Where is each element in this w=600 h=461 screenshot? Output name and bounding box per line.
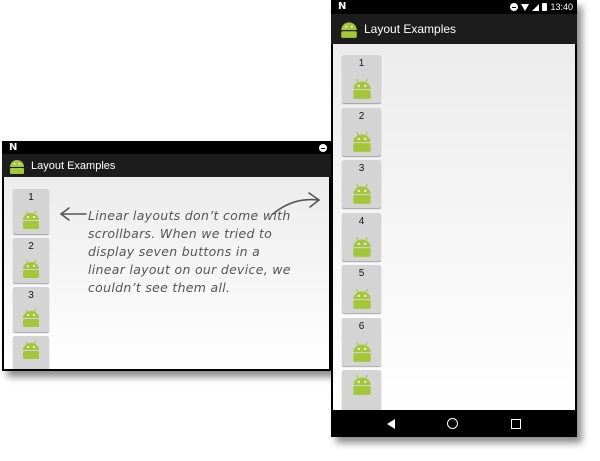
annotation-arrows (59, 192, 321, 221)
